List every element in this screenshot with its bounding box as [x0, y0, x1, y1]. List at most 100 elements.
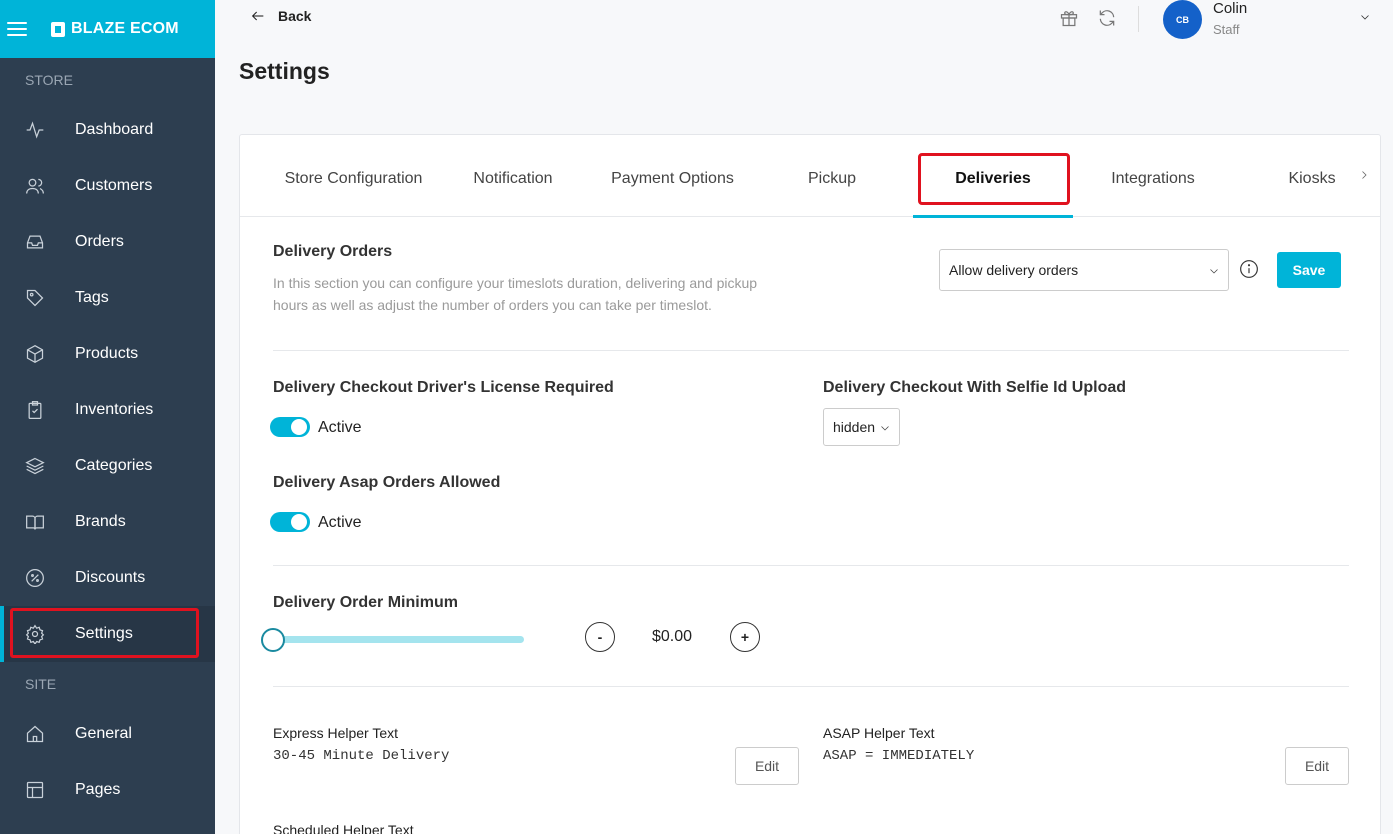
tab-pickup[interactable]: Pickup: [802, 170, 862, 216]
site-section-label: SITE: [25, 676, 57, 692]
percent-icon: [24, 567, 46, 589]
back-label: Back: [278, 8, 312, 24]
tab-kiosks[interactable]: Kiosks: [1282, 170, 1342, 216]
license-required-title: Delivery Checkout Driver's License Requi…: [273, 379, 614, 396]
layout-icon: [24, 779, 46, 801]
sidebar-item-label: Pages: [75, 781, 121, 798]
box-icon: [24, 343, 46, 365]
hamburger-menu-icon[interactable]: [7, 22, 27, 36]
topbar-divider: [1138, 6, 1139, 32]
order-minimum-title: Delivery Order Minimum: [273, 594, 458, 611]
sidebar-item-settings[interactable]: Settings: [0, 606, 215, 662]
selfie-upload-title: Delivery Checkout With Selfie Id Upload: [823, 379, 1127, 396]
select-value: hidden: [833, 419, 876, 435]
sidebar-item-categories[interactable]: Categories: [0, 438, 215, 494]
express-helper-value: 30-45 Minute Delivery: [273, 748, 450, 764]
delivery-orders-select[interactable]: Allow delivery orders: [939, 249, 1229, 291]
chevron-right-icon[interactable]: [1358, 168, 1372, 182]
asap-helper-label: ASAP Helper Text: [823, 725, 935, 741]
avatar[interactable]: CB: [1163, 0, 1202, 39]
sidebar-item-label: Discounts: [75, 569, 146, 586]
refresh-icon[interactable]: [1097, 8, 1117, 28]
user-role: Staff: [1213, 22, 1240, 37]
sidebar-item-label: Dashboard: [75, 121, 154, 138]
license-required-toggle[interactable]: [270, 417, 310, 437]
highlight-box: [10, 608, 199, 658]
save-button[interactable]: Save: [1277, 252, 1341, 288]
asap-edit-button[interactable]: Edit: [1285, 747, 1349, 785]
sidebar-item-label: General: [75, 725, 132, 742]
logo[interactable]: BLAZE ECOM: [51, 20, 179, 38]
delivery-orders-description-line2: hours as well as adjust the number of or…: [273, 297, 712, 313]
sidebar-item-orders[interactable]: Orders: [0, 214, 215, 270]
delivery-orders-description-line1: In this section you can configure your t…: [273, 275, 758, 291]
layers-icon: [24, 455, 46, 477]
tab-payment-options[interactable]: Payment Options: [609, 170, 736, 216]
settings-tabs: Store Configuration Notification Payment…: [240, 135, 1380, 218]
arrow-left-icon: [251, 11, 264, 21]
brand-bar: BLAZE ECOM: [0, 0, 215, 58]
clipboard-check-icon: [24, 399, 46, 421]
sidebar-item-brands[interactable]: Brands: [0, 494, 215, 550]
sidebar-item-label: Tags: [75, 289, 109, 306]
delivery-orders-title: Delivery Orders: [273, 243, 393, 260]
sidebar-item-inventories[interactable]: Inventories: [0, 382, 215, 438]
sidebar-item-pages[interactable]: Pages: [0, 762, 215, 818]
gift-icon[interactable]: [1059, 8, 1079, 28]
tab-integrations[interactable]: Integrations: [1103, 170, 1203, 216]
page-title: Settings: [239, 58, 330, 84]
info-icon[interactable]: [1239, 259, 1259, 279]
asap-allowed-state: Active: [318, 514, 362, 531]
sidebar-item-tags[interactable]: Tags: [0, 270, 215, 326]
tab-store-configuration[interactable]: Store Configuration: [281, 170, 426, 216]
increment-button[interactable]: +: [730, 622, 760, 652]
sidebar-item-products[interactable]: Products: [0, 326, 215, 382]
sidebar-item-label: Brands: [75, 513, 126, 530]
brand-name: BLAZE ECOM: [71, 20, 179, 37]
active-tab-indicator: [913, 215, 1073, 218]
sidebar: BLAZE ECOM STORE Dashboard Customers Ord…: [0, 0, 215, 834]
tab-notification[interactable]: Notification: [468, 170, 558, 216]
sidebar-item-label: Customers: [75, 177, 153, 194]
sidebar-item-general[interactable]: General: [0, 706, 215, 762]
scheduled-helper-label: Scheduled Helper Text: [273, 822, 414, 834]
inbox-icon: [24, 231, 46, 253]
activity-icon: [24, 119, 46, 141]
tag-icon: [24, 287, 46, 309]
selfie-upload-select[interactable]: hidden: [823, 408, 900, 446]
logo-mark-icon: [51, 21, 65, 37]
decrement-button[interactable]: -: [585, 622, 615, 652]
back-button[interactable]: Back: [250, 8, 311, 24]
express-helper-label: Express Helper Text: [273, 725, 399, 741]
order-minimum-amount: $0.00: [652, 628, 693, 645]
home-icon: [24, 723, 46, 745]
asap-helper-value: ASAP = IMMEDIATELY: [823, 748, 975, 764]
user-name[interactable]: Colin: [1213, 0, 1247, 17]
order-minimum-slider-track[interactable]: [273, 636, 524, 643]
sidebar-item-label: Orders: [75, 233, 124, 250]
sidebar-item-discounts[interactable]: Discounts: [0, 550, 215, 606]
order-minimum-slider-thumb[interactable]: [261, 628, 285, 652]
chevron-down-icon: [1208, 264, 1220, 276]
store-section-label: STORE: [25, 72, 73, 88]
sidebar-item-label: Products: [75, 345, 139, 362]
divider: [273, 350, 1349, 351]
chevron-down-icon[interactable]: [1359, 10, 1373, 24]
sidebar-item-label: Categories: [75, 457, 153, 474]
highlight-box: [918, 153, 1070, 205]
asap-allowed-title: Delivery Asap Orders Allowed: [273, 474, 501, 491]
sidebar-item-dashboard[interactable]: Dashboard: [0, 102, 215, 158]
express-edit-button[interactable]: Edit: [735, 747, 799, 785]
asap-allowed-toggle[interactable]: [270, 512, 310, 532]
divider: [273, 565, 1349, 566]
divider: [273, 686, 1349, 687]
users-icon: [24, 175, 46, 197]
sidebar-item-label: Inventories: [75, 401, 154, 418]
chevron-down-icon: [879, 421, 891, 433]
select-value: Allow delivery orders: [949, 262, 1079, 278]
top-bar: Back CB Colin Staff: [215, 0, 1393, 40]
license-required-state: Active: [318, 419, 362, 436]
settings-card: Store Configuration Notification Payment…: [239, 134, 1381, 834]
book-open-icon: [24, 511, 46, 533]
sidebar-item-customers[interactable]: Customers: [0, 158, 215, 214]
